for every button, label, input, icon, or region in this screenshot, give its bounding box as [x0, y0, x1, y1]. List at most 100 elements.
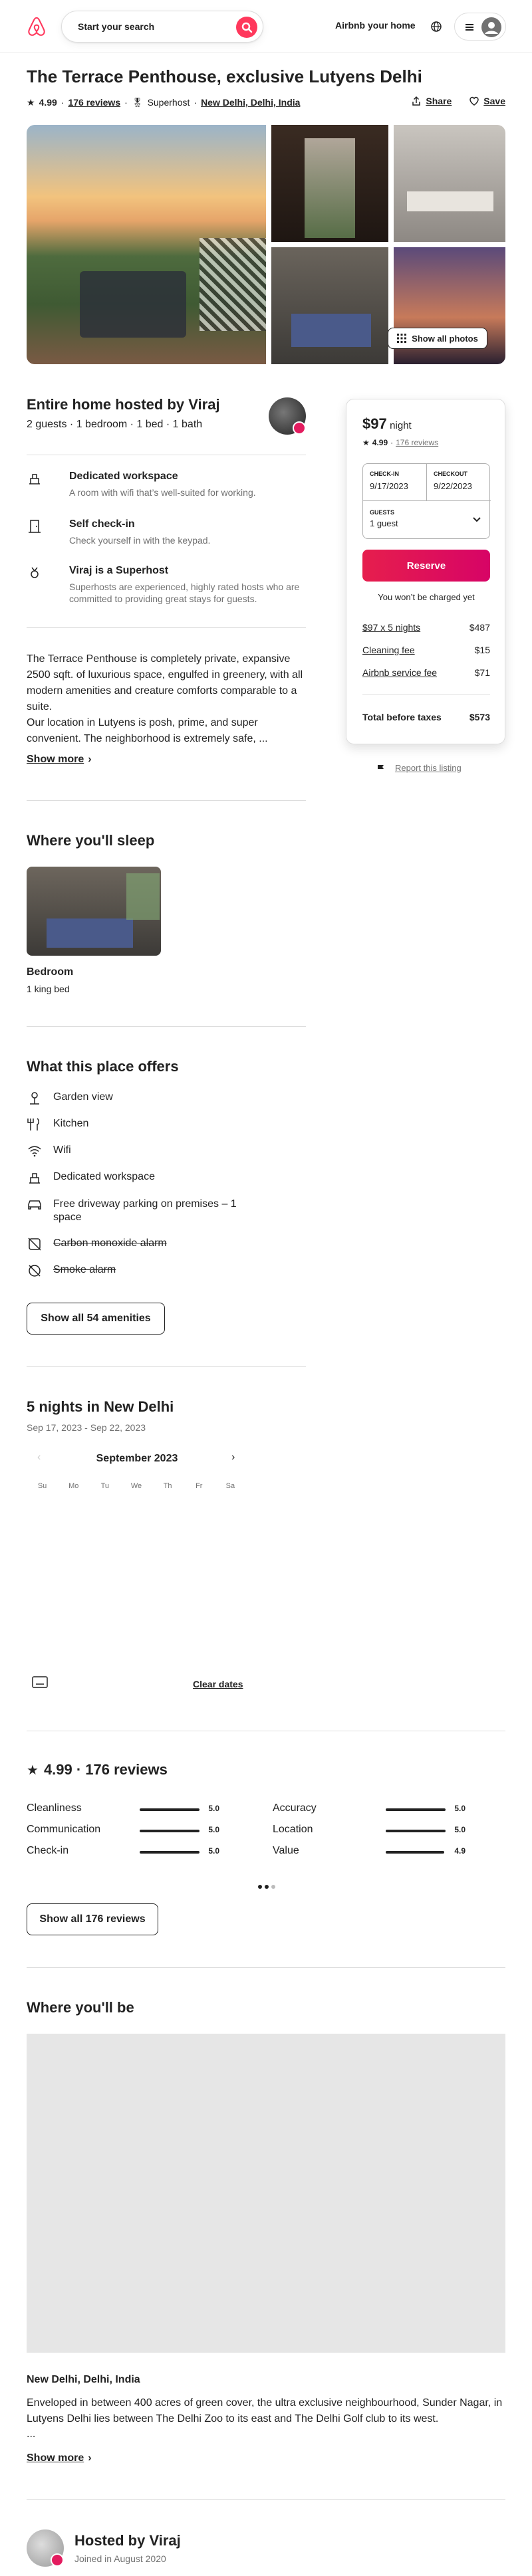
rating-row: Communication 5.0 [27, 1824, 219, 1837]
garden-view-icon [30, 1092, 39, 1105]
weekday: Th [163, 1482, 172, 1490]
rating-value: 4.9 [454, 1846, 466, 1856]
checkin-value: 9/17/2023 [370, 481, 408, 491]
show-all-amenities-button[interactable]: Show all 54 amenities [27, 1303, 165, 1335]
show-more-link[interactable]: Show more › [27, 754, 92, 766]
search-bar[interactable]: Start your search [61, 11, 263, 43]
feature-workspace: Dedicated workspace A room with wifi tha… [27, 471, 306, 502]
host-joined: Joined in August 2020 [74, 2553, 166, 2564]
superhost-badge-icon [293, 421, 306, 435]
price-line-label[interactable]: $97 x 5 nights [362, 616, 420, 639]
rating-label: Location [273, 1824, 313, 1835]
divider [27, 1967, 505, 1968]
terrace-photo[interactable] [27, 125, 266, 364]
card-reviews-link[interactable]: 176 reviews [396, 438, 438, 447]
bedroom-thumbnail[interactable] [27, 867, 161, 956]
checkout-field[interactable]: CHECKOUT 9/22/2023 [427, 464, 491, 501]
location-link[interactable]: New Delhi, Delhi, India [201, 97, 300, 108]
rating-row: Cleanliness 5.0 [27, 1802, 219, 1816]
host-avatar[interactable] [269, 397, 306, 435]
star-icon: ★ [27, 96, 35, 108]
flag-icon [378, 764, 384, 772]
superhost-icon: 🎖 [131, 96, 144, 108]
rating-bar [386, 1808, 446, 1811]
share-button[interactable]: Share [411, 96, 452, 106]
price-line-value: $487 [469, 622, 490, 633]
checkout-label: CHECKOUT [434, 471, 467, 477]
weekday: We [130, 1482, 142, 1490]
divider [27, 1026, 306, 1027]
rating-label: Communication [27, 1824, 101, 1835]
carousel-dots [258, 1885, 275, 1889]
price-line: Cleaning fee $15 [362, 639, 490, 661]
globe-icon[interactable] [428, 19, 444, 35]
bed-type: 1 king bed [27, 984, 70, 994]
price-line-label[interactable]: Cleaning fee [362, 639, 415, 661]
map[interactable] [27, 2034, 505, 2353]
guests-label: GUESTS [370, 509, 395, 516]
card-rating-value: 4.99 [372, 438, 388, 447]
description: The Terrace Penthouse is completely priv… [27, 651, 313, 747]
reviews-title: 4.99 · 176 reviews [43, 1761, 168, 1778]
search-button[interactable] [236, 17, 257, 38]
airbnb-logo-icon[interactable] [27, 16, 47, 37]
show-more-label: Show more [27, 754, 84, 765]
rating-bar [140, 1830, 200, 1832]
rating-row: Check-in 5.0 [27, 1845, 219, 1858]
total-row: Total before taxes $573 [362, 712, 490, 722]
location-show-more-link[interactable]: Show more › [27, 2452, 92, 2464]
amenity-item: Dedicated workspace [27, 1170, 306, 1186]
heart-icon [469, 96, 479, 106]
smoke-alarm-off-icon [29, 1265, 41, 1277]
feature-desc: Superhosts are experienced, highly rated… [69, 582, 300, 604]
search-label[interactable]: Start your search [78, 21, 154, 32]
avatar-icon [481, 17, 501, 37]
rating-label: Value [273, 1845, 299, 1856]
weekday-row: Su Mo Tu We Th Fr Sa [27, 1482, 246, 1490]
doorway-photo[interactable] [271, 125, 388, 242]
share-label: Share [426, 96, 452, 106]
host-avatar-large[interactable] [27, 2529, 64, 2567]
no-charge-note: You won’t be charged yet [378, 592, 475, 602]
price-line-label[interactable]: Airbnb service fee [362, 661, 437, 684]
amenity-item: Smoke alarm [27, 1263, 306, 1279]
price: $97 [362, 415, 387, 432]
guests-field[interactable]: GUESTS 1 guest [363, 501, 491, 538]
amenity-label: Smoke alarm [53, 1264, 116, 1275]
divider [27, 627, 306, 628]
next-month-icon[interactable]: › [231, 1451, 235, 1463]
bathroom-photo[interactable] [394, 125, 505, 242]
rating-label: Cleanliness [27, 1802, 82, 1814]
booking-card: $97 night ★ 4.99 · 176 reviews CHECK-IN 9… [346, 399, 505, 744]
amenity-label: Free driveway parking on premises – 1 sp… [53, 1198, 237, 1223]
location-description: Enveloped in between 400 acres of green … [27, 2397, 503, 2424]
show-all-photos-button[interactable]: Show all photos [388, 328, 487, 349]
report-listing-link[interactable]: Report this listing [376, 763, 462, 773]
description-paragraph: The Terrace Penthouse is completely priv… [27, 653, 303, 712]
bedroom-photo[interactable] [271, 247, 388, 364]
rating-bar [386, 1830, 446, 1832]
prev-month-icon[interactable]: ‹ [37, 1451, 41, 1463]
checkin-label: CHECK-IN [370, 471, 399, 477]
host-link[interactable]: Airbnb your home [335, 20, 416, 31]
amenity-label: Dedicated workspace [53, 1171, 155, 1182]
weekday: Mo [68, 1482, 79, 1490]
listing-title: The Terrace Penthouse, exclusive Lutyens… [27, 66, 422, 86]
weekday: Sa [225, 1482, 235, 1490]
feature-self-checkin: Self check-in Check yourself in with the… [27, 518, 306, 550]
keyboard-icon[interactable] [32, 1676, 48, 1688]
star-icon: ★ [27, 1763, 39, 1778]
reserve-button[interactable]: Reserve [362, 550, 490, 582]
car-icon [28, 1200, 41, 1210]
listing-subtitle-row: ★ 4.99 · 176 reviews · 🎖 Superhost · New… [27, 96, 301, 108]
checkin-field[interactable]: CHECK-IN 9/17/2023 [363, 464, 427, 501]
save-button[interactable]: Save [469, 96, 505, 106]
reviews-link[interactable]: 176 reviews [68, 97, 120, 108]
hamburger-icon [466, 24, 473, 31]
wifi-icon [28, 1146, 41, 1157]
amenity-item: Kitchen [27, 1117, 306, 1132]
rating-bar [386, 1851, 445, 1854]
show-all-reviews-button[interactable]: Show all 176 reviews [27, 1903, 158, 1935]
clear-dates-link[interactable]: Clear dates [193, 1679, 243, 1689]
user-menu-button[interactable] [454, 13, 506, 41]
